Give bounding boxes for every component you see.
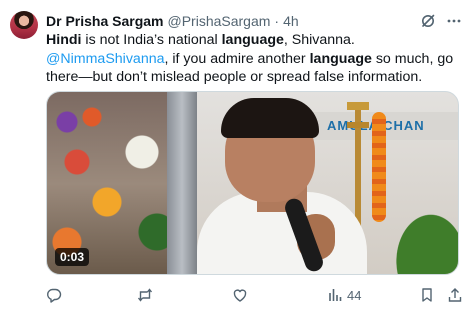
views-chart-icon [329,289,342,301]
separator-dot: · [274,13,280,29]
video-person-hair [221,98,319,138]
reply-icon [47,288,62,303]
like-button[interactable] [232,286,248,304]
video-player[interactable]: AMULA CHAN 0:03 [46,91,459,275]
tweet-timestamp[interactable]: 4h [283,13,299,29]
share-icon [448,288,462,302]
bookmark-icon [422,288,432,302]
tweet-text-part: , Shivanna. [283,32,355,48]
more-options-icon[interactable] [446,13,462,29]
video-frame-leaves [387,202,458,274]
mention-link[interactable]: @NimmaShivanna [46,51,165,67]
tweet-actions: 44 [46,286,466,306]
video-frame-pillar [167,92,197,274]
retweet-button[interactable] [137,286,153,304]
author-handle[interactable]: @PrishaSargam [168,13,271,29]
reply-button[interactable] [46,286,62,304]
views-button[interactable]: 44 [327,286,361,304]
tweet-text-part: , if you admire another [164,50,310,67]
tweet-text-part: language [221,32,284,48]
tweet-card[interactable]: Dr Prisha Sargam @PrishaSargam · 4h Hind… [0,0,471,310]
tweet-text-part: is not India’s national [81,32,222,48]
views-count: 44 [347,287,362,303]
video-duration-badge: 0:03 [55,248,90,266]
grok-icon[interactable] [420,13,436,29]
share-button[interactable] [447,286,463,304]
heart-icon [233,289,247,302]
bookmark-button[interactable] [419,286,435,304]
tweet-header: Dr Prisha Sargam @PrishaSargam · 4h [46,12,299,30]
tweet-text: Hindi is not India’s national language, … [46,31,464,87]
author-name[interactable]: Dr Prisha Sargam [46,13,164,29]
retweet-icon [137,288,153,302]
avatar[interactable] [10,11,38,39]
tweet-text-part: Hindi [46,32,82,48]
tweet-text-part: language [309,50,372,67]
video-frame-garland [372,112,386,222]
